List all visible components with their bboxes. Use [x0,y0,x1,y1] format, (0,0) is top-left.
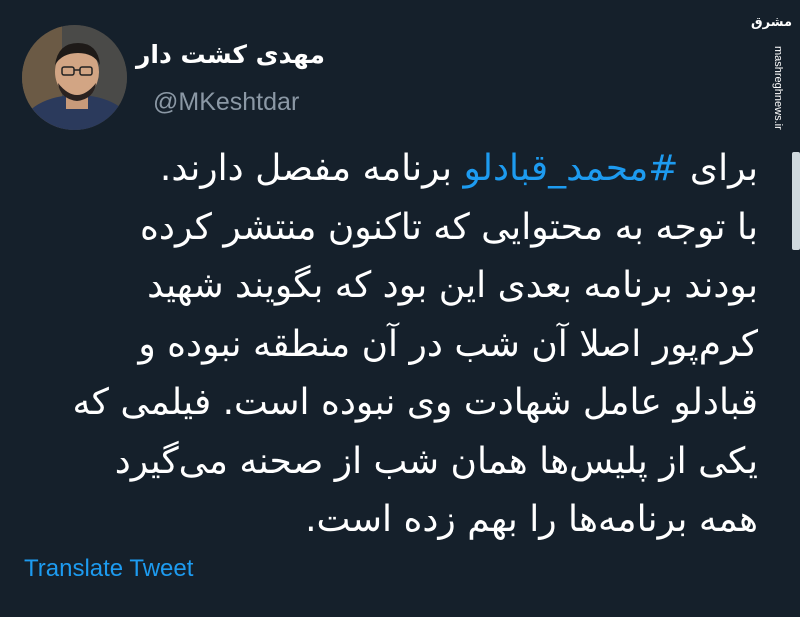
avatar[interactable] [22,25,127,130]
watermark-logo: مشرق [751,15,792,30]
tweet-line: کرم‌پور اصلا آن شب در آن منطقه نبوده و [138,323,758,365]
tweet-text-segment: برای [678,148,758,189]
tweet-line: همه برنامه‌ها را بهم زده است. [305,499,758,540]
display-name[interactable]: مهدی کشت دار [136,40,325,69]
tweet-line: بودند برنامه بعدی این بود که بگویند شهید [147,265,758,306]
tweet-line: قبادلو عامل شهادت وی نبوده است. فیلمی که [72,382,758,423]
hashtag-link[interactable]: #محمد_قبادلو [463,148,678,189]
avatar-image [22,25,127,130]
user-handle[interactable]: @MKeshtdar [153,88,299,117]
translate-tweet-link[interactable]: Translate Tweet [24,555,193,583]
tweet-line: برای #محمد_قبادلو برنامه مفصل دارند. [18,140,758,199]
tweet-text: برای #محمد_قبادلو برنامه مفصل دارند. با … [18,140,758,550]
tweet-line: یکی از پلیس‌ها همان شب از صحنه می‌گیرد [114,440,758,482]
scrollbar-thumb[interactable] [792,152,800,250]
watermark-url: mashreghnews.ir [772,46,784,130]
tweet-line: با توجه به محتوایی که تاکنون منتشر کرده [140,206,758,248]
tweet-text-segment: برنامه مفصل دارند. [159,148,464,189]
watermark: مشرق mashreghnews.ir [751,8,792,130]
